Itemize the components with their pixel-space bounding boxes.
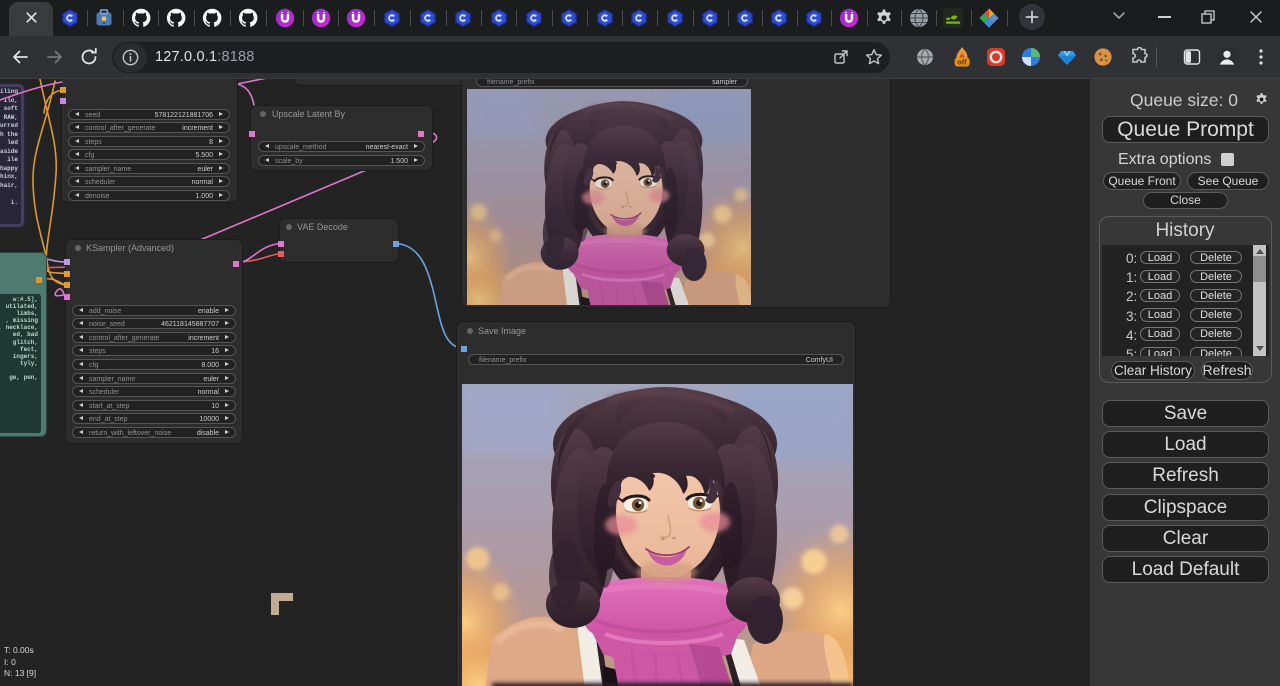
svg-text:off: off <box>957 58 967 67</box>
